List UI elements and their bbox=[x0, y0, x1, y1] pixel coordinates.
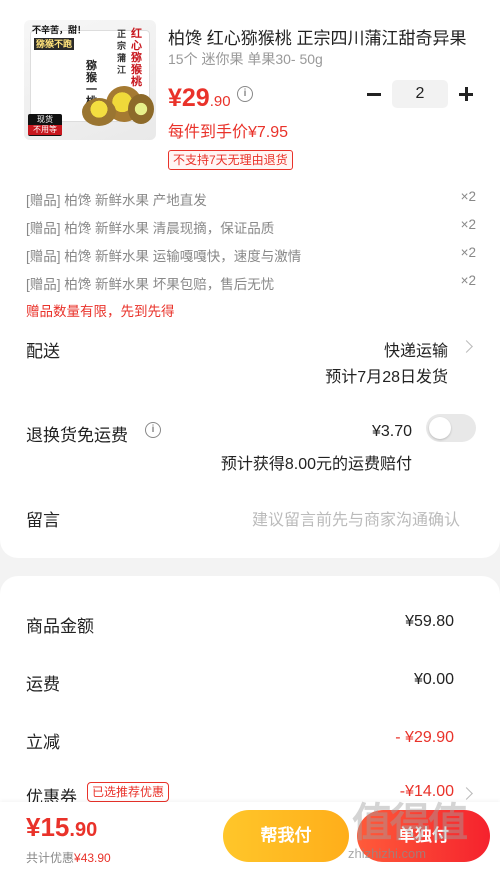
gift-row: [赠品] 柏馋 新鲜水果 产地直发 ×2 bbox=[26, 189, 476, 209]
site-watermark: 值得值 zhizhizhi.com bbox=[346, 790, 496, 870]
gift-prefix: [赠品] bbox=[26, 277, 61, 292]
gift-note: 赠品数量有限，先到先得 bbox=[26, 304, 175, 319]
gift-row: [赠品] 柏馋 新鲜水果 运输嘎嘎快，速度与激情 ×2 bbox=[26, 245, 476, 265]
quantity-increase-button[interactable] bbox=[456, 84, 476, 104]
return-shipping-label: 退换货免运费 bbox=[26, 426, 128, 445]
gift-row: [赠品] 柏馋 新鲜水果 坏果包赔，售后无忧 ×2 bbox=[26, 273, 476, 293]
gift-prefix: [赠品] bbox=[26, 221, 61, 236]
gift-text: 柏馋 新鲜水果 清晨现摘，保证品质 bbox=[64, 221, 275, 236]
quantity-input[interactable]: 2 bbox=[392, 80, 448, 108]
total-main: ¥15 bbox=[26, 812, 70, 842]
gift-text: 柏馋 新鲜水果 产地直发 bbox=[64, 193, 207, 208]
product-spec[interactable]: 15个 迷你果 单果30- 50g bbox=[168, 49, 323, 69]
return-shipping-compensation: 预计获得8.00元的运费赔付 bbox=[220, 456, 412, 473]
toggle-knob bbox=[429, 417, 451, 439]
product-price: ¥29.90 bbox=[168, 84, 231, 113]
shipping-fee-label: 运费 bbox=[26, 675, 60, 694]
gift-qty: ×2 bbox=[460, 189, 476, 204]
gift-prefix: [赠品] bbox=[26, 193, 61, 208]
watermark-logo: 值得值 bbox=[352, 801, 468, 845]
kiwi-fruit-2 bbox=[128, 94, 154, 124]
product-image[interactable]: 不辛苦，甜！ 猕猴不跑 红心猕猴桃 正宗蒲江 猕猴一桃 现货 不用等 bbox=[24, 20, 156, 140]
shipping-fee-value: ¥0.00 bbox=[413, 671, 454, 688]
goods-amount-value: ¥59.80 bbox=[405, 613, 454, 630]
gift-qty: ×2 bbox=[460, 273, 476, 288]
price-info-icon[interactable]: i bbox=[237, 86, 253, 102]
total-discount: 共计优惠¥43.90 bbox=[26, 849, 111, 866]
watermark-site: zhizhizhi.com bbox=[348, 846, 427, 861]
gift-text: 柏馋 新鲜水果 坏果包赔，售后无忧 bbox=[64, 277, 275, 292]
return-policy-tag: 不支持7天无理由退货 bbox=[168, 150, 293, 170]
total-discount-prefix: 共计优惠 bbox=[26, 851, 75, 865]
in-stock-tag-top: 现货 bbox=[37, 115, 53, 124]
message-input[interactable]: 建议留言前先与商家沟通确认 bbox=[252, 506, 460, 530]
return-shipping-price: ¥3.70 bbox=[371, 423, 412, 440]
image-caption-2: 猕猴不跑 bbox=[34, 38, 75, 50]
total-price: ¥15.90 bbox=[26, 812, 97, 843]
product-title[interactable]: 柏馋 红心猕猴桃 正宗四川蒲江甜奇异果 bbox=[168, 24, 478, 49]
gift-qty: ×2 bbox=[460, 245, 476, 260]
in-stock-tag-bottom: 不用等 bbox=[28, 125, 62, 135]
price-decimal: .90 bbox=[209, 93, 231, 110]
image-caption-1: 不辛苦，甜！ bbox=[32, 25, 87, 35]
help-me-pay-button[interactable]: 帮我付 bbox=[223, 810, 349, 862]
instant-discount-label: 立减 bbox=[26, 733, 60, 752]
gift-qty: ×2 bbox=[460, 217, 476, 232]
delivery-label: 配送 bbox=[26, 342, 60, 361]
unit-price: 每件到手价¥7.95 bbox=[168, 124, 289, 141]
image-side-text-2: 正宗蒲江 bbox=[117, 29, 127, 75]
total-discount-amount: ¥43.90 bbox=[74, 851, 111, 865]
delivery-ship-date: 预计7月28日发货 bbox=[325, 369, 448, 386]
chevron-right-icon[interactable] bbox=[460, 340, 473, 353]
total-decimal: .90 bbox=[69, 819, 98, 841]
delivery-method[interactable]: 快递运输 bbox=[384, 337, 448, 361]
return-shipping-toggle[interactable] bbox=[426, 414, 476, 442]
instant-discount-value: - ¥29.90 bbox=[395, 729, 454, 746]
image-side-text: 红心猕猴桃 bbox=[131, 28, 142, 88]
goods-amount-label: 商品金额 bbox=[26, 617, 94, 636]
order-card: 不辛苦，甜！ 猕猴不跑 红心猕猴桃 正宗蒲江 猕猴一桃 现货 不用等 柏馋 红心… bbox=[0, 0, 500, 558]
price-main: ¥29 bbox=[168, 84, 210, 112]
quantity-decrease-button[interactable] bbox=[364, 84, 384, 104]
in-stock-tag: 现货 不用等 bbox=[28, 114, 62, 136]
gift-text: 柏馋 新鲜水果 运输嘎嘎快，速度与激情 bbox=[64, 249, 302, 264]
kiwi-fruit-3 bbox=[82, 98, 116, 126]
coupon-badge: 已选推荐优惠 bbox=[87, 782, 170, 802]
gift-row: [赠品] 柏馋 新鲜水果 清晨现摘，保证品质 ×2 bbox=[26, 217, 476, 237]
message-label: 留言 bbox=[26, 511, 60, 530]
gift-prefix: [赠品] bbox=[26, 249, 61, 264]
return-shipping-info-icon[interactable]: i bbox=[145, 422, 161, 438]
